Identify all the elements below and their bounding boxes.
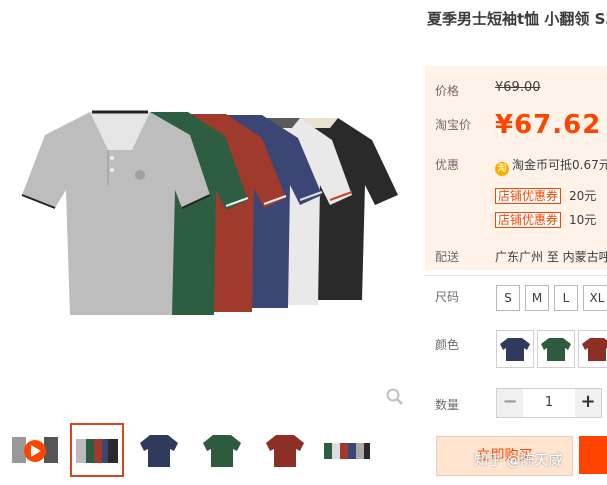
thumbnail-red[interactable] bbox=[258, 423, 312, 477]
shipping-destination[interactable]: 广东广州 至 内蒙古呼 bbox=[495, 248, 607, 265]
quantity-minus-button[interactable]: − bbox=[497, 389, 523, 417]
add-to-cart-button[interactable] bbox=[579, 436, 607, 474]
size-option-xl[interactable]: XL bbox=[583, 285, 607, 311]
shipping-label: 配送 bbox=[435, 250, 460, 264]
zoom-icon[interactable] bbox=[385, 387, 405, 407]
quantity-label: 数量 bbox=[435, 398, 460, 412]
divider bbox=[425, 275, 607, 276]
thumbnail-flat[interactable] bbox=[320, 423, 374, 477]
size-option-m[interactable]: M bbox=[525, 285, 549, 311]
quantity-stepper: − 1 + bbox=[496, 388, 602, 418]
size-label: 尺码 bbox=[435, 290, 460, 304]
quantity-input[interactable]: 1 bbox=[523, 389, 575, 417]
thumbnail-group[interactable] bbox=[70, 423, 124, 477]
coupon-2-value: 10元 bbox=[569, 213, 597, 227]
color-swatch-green[interactable] bbox=[537, 330, 575, 368]
polo-shirts-illustration bbox=[21, 110, 398, 315]
color-swatch-navy[interactable] bbox=[496, 330, 534, 368]
watermark-text: 知乎 @陈天威 bbox=[474, 453, 563, 469]
coupon-2-tag: 店铺优惠券 bbox=[495, 212, 562, 228]
size-option-l[interactable]: L bbox=[554, 285, 578, 311]
thumbnail-video[interactable] bbox=[8, 423, 62, 477]
promo-label: 优惠 bbox=[435, 158, 460, 172]
promo-price-label: 淘宝价 bbox=[435, 118, 472, 132]
coin-offer-text: 淘金币可抵0.67元 bbox=[512, 158, 607, 172]
color-label: 颜色 bbox=[435, 338, 460, 352]
coupon-1[interactable]: 店铺优惠券 20元 bbox=[495, 187, 597, 204]
thumbnail-green[interactable] bbox=[195, 423, 249, 477]
quantity-plus-button[interactable]: + bbox=[575, 389, 601, 417]
main-product-image[interactable] bbox=[0, 0, 415, 415]
thumbnail-strip bbox=[0, 423, 415, 485]
color-swatch-red[interactable] bbox=[578, 330, 607, 368]
product-title: 夏季男士短袖t恤 小翻领 S3-3 bbox=[427, 10, 607, 28]
original-price: ¥69.00 bbox=[495, 80, 541, 95]
size-option-s[interactable]: S bbox=[496, 285, 520, 311]
current-price: ¥67.62 bbox=[495, 110, 602, 140]
product-info-panel: 夏季男士短袖t恤 小翻领 S3-3 价格 ¥69.00 淘宝价 ¥67.62 优… bbox=[425, 0, 607, 485]
coupon-1-tag: 店铺优惠券 bbox=[495, 188, 562, 204]
coin-offer[interactable]: 淘淘金币可抵0.67元 bbox=[495, 156, 607, 176]
taobao-coin-icon: 淘 bbox=[495, 162, 509, 176]
coupon-2[interactable]: 店铺优惠券 10元 bbox=[495, 211, 597, 228]
coupon-1-value: 20元 bbox=[569, 189, 597, 203]
thumbnail-navy[interactable] bbox=[132, 423, 186, 477]
price-label: 价格 bbox=[435, 84, 460, 98]
price-box: 价格 ¥69.00 淘宝价 ¥67.62 优惠 淘淘金币可抵0.67元 店铺优惠… bbox=[425, 66, 607, 270]
